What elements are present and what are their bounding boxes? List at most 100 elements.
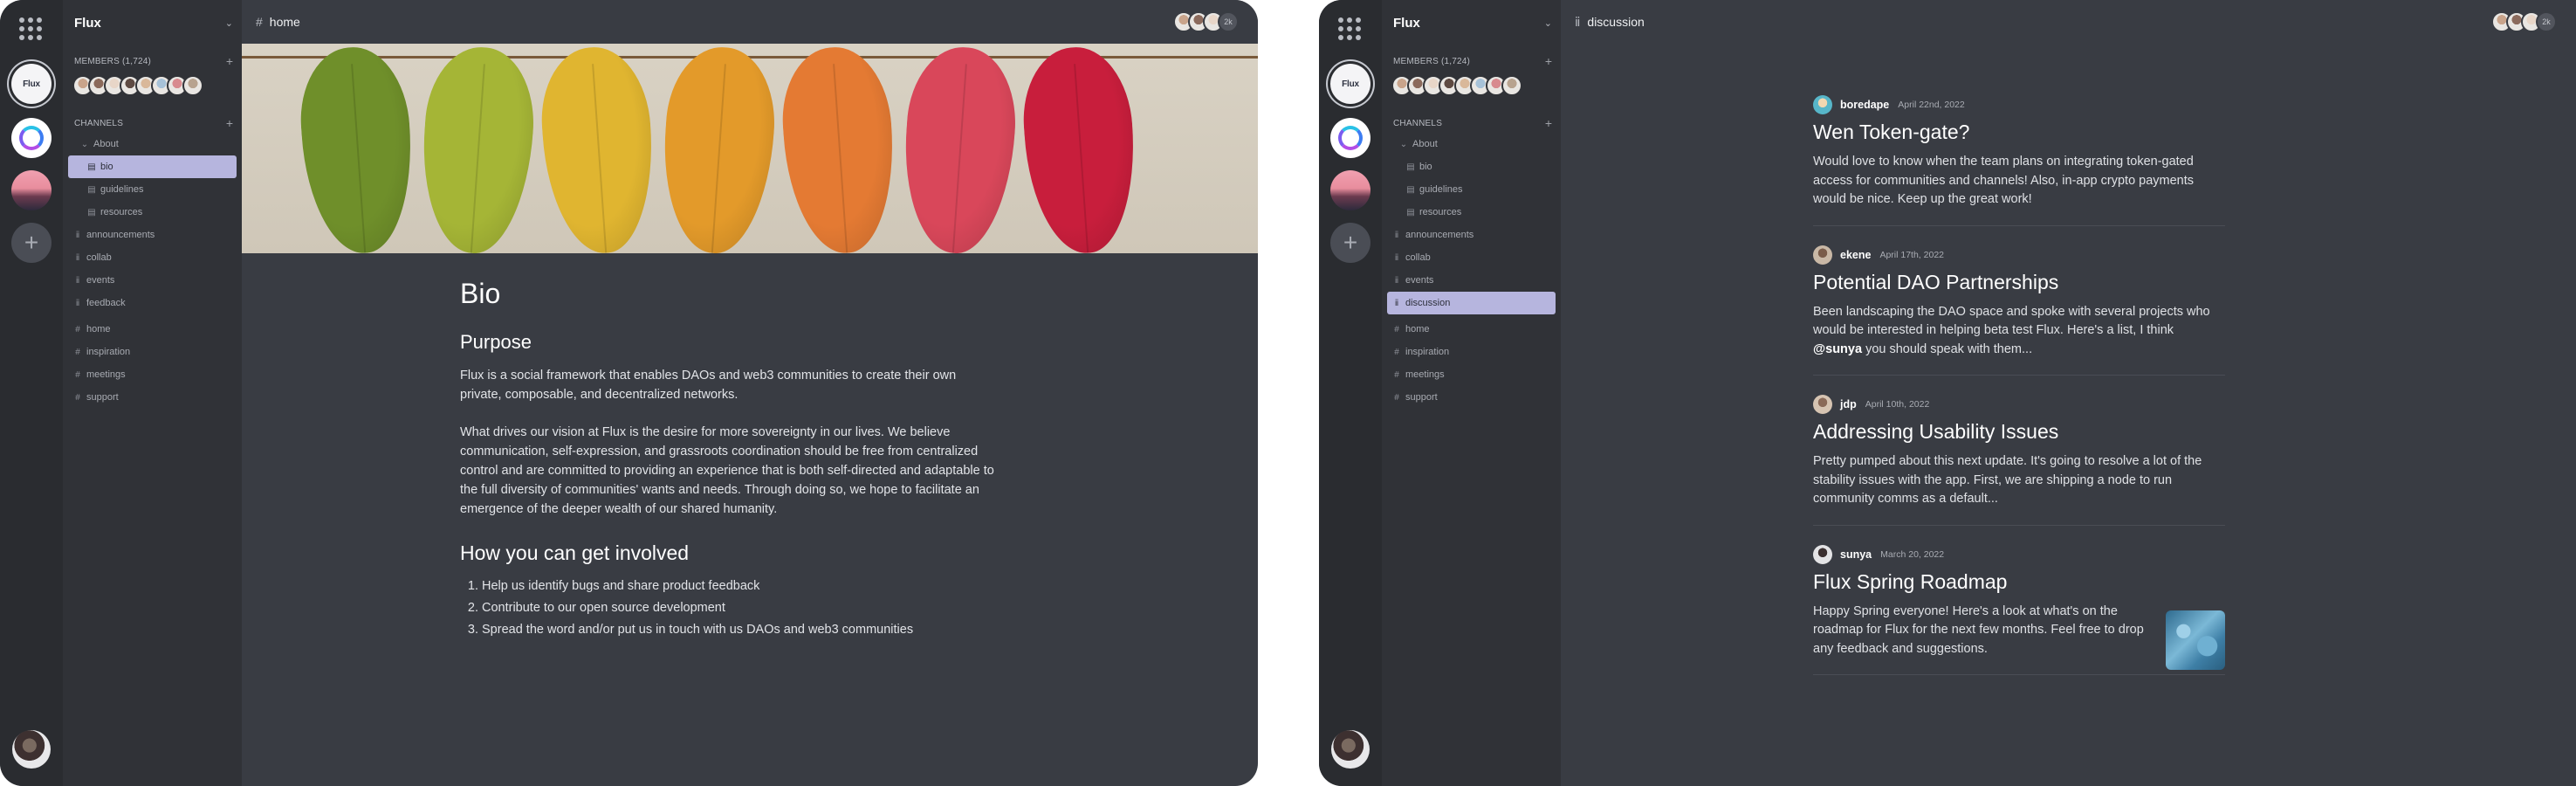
author-avatar[interactable] [1813,395,1832,414]
channels-label: CHANNELS [1393,118,1443,128]
app-grid-icon[interactable] [1338,17,1361,40]
author-name[interactable]: sunya [1840,548,1872,561]
feed-icon: ⅱ [75,275,80,286]
feed-icon: ⅱ [1394,298,1399,308]
add-channel-icon[interactable]: + [226,117,233,129]
community-header[interactable]: Flux ⌄ [1393,11,1552,34]
channel-item-events[interactable]: ⅱ events [68,269,237,292]
community-rail: Flux + [1319,0,1382,786]
channel-item-resources[interactable]: ▤ resources [1387,201,1556,224]
post-meta: boredape April 22nd, 2022 [1813,94,2225,115]
channel-item-support[interactable]: # support [1387,386,1556,409]
flux-community-icon[interactable]: Flux [11,64,52,104]
author-name[interactable]: boredape [1840,99,1889,111]
channel-item-guidelines[interactable]: ▤ guidelines [68,178,237,201]
sunset-community-icon[interactable] [1330,170,1370,210]
feed-icon: ⅱ [1394,230,1399,240]
ring-community-icon[interactable] [11,118,52,158]
channel-item-announcements[interactable]: ⅱ announcements [1387,224,1556,246]
post-card[interactable]: boredape April 22nd, 2022 Wen Token-gate… [1813,94,2225,226]
author-name[interactable]: jdp [1840,398,1857,410]
more-members-count[interactable]: 2k [2536,11,2557,32]
page-icon: ▤ [87,184,96,195]
author-avatar[interactable] [1813,95,1832,114]
more-members-count[interactable]: 2k [1218,11,1239,32]
post-meta: sunya March 20, 2022 [1813,544,2225,565]
ring-community-icon[interactable] [1330,118,1370,158]
add-member-icon[interactable]: + [1545,55,1552,67]
channel-item-collab[interactable]: ⅱ collab [68,246,237,269]
flux-community-icon[interactable]: Flux [1330,64,1370,104]
community-header[interactable]: Flux ⌄ [74,11,233,34]
discussion-screen: Flux + Flux ⌄ MEMBERS (1,724) + CHANNELS… [1319,0,2576,786]
post-title[interactable]: Wen Token-gate? [1813,121,2225,144]
channel-label: resources [1419,207,1462,217]
channel-item-bio[interactable]: ▤ bio [68,155,237,178]
channel-list: ⌄ About ▤ bio ▤ guidelines ▤ resources ⅱ announce… [1387,133,1556,409]
sunset-community-icon[interactable] [11,170,52,210]
author-avatar[interactable] [1813,245,1832,265]
channel-item-announcements[interactable]: ⅱ announcements [68,224,237,246]
post-thumbnail[interactable] [2166,610,2225,670]
add-community-icon[interactable]: + [1330,223,1370,263]
channel-label: bio [100,162,113,172]
channel-item-About[interactable]: ⌄ About [1387,133,1556,155]
members-section: MEMBERS (1,724) + [74,55,233,67]
leaf-shape [1018,44,1142,253]
list-item: Help us identify bugs and share product … [482,576,997,597]
channel-label: home [86,324,111,334]
post-excerpt: Been landscaping the DAO space and spoke… [1813,303,2225,360]
user-avatar[interactable] [1331,730,1370,769]
channel-label: announcements [86,230,155,240]
app-grid-icon[interactable] [19,17,42,40]
channel-item-support[interactable]: # support [68,386,237,409]
channel-item-inspiration[interactable]: # inspiration [68,341,237,363]
channel-label: feedback [86,298,126,308]
channel-item-meetings[interactable]: # meetings [68,363,237,386]
add-channel-icon[interactable]: + [1545,117,1552,129]
channel-label: events [86,275,115,286]
channel-item-discussion[interactable]: ⅱ discussion [1387,292,1556,314]
post-card[interactable]: jdp April 10th, 2022 Addressing Usabilit… [1813,394,2225,526]
post-title[interactable]: Flux Spring Roadmap [1813,570,2225,594]
paragraph: Flux is a social framework that enables … [460,369,957,402]
channel-item-About[interactable]: ⌄ About [68,133,237,155]
involvement-list: Help us identify bugs and share product … [460,576,997,641]
channel-item-guidelines[interactable]: ▤ guidelines [1387,178,1556,201]
channel-item-resources[interactable]: ▤ resources [68,201,237,224]
channel-label: inspiration [86,347,131,357]
member-avatar[interactable] [1501,75,1522,96]
add-community-icon[interactable]: + [11,223,52,263]
hash-icon: # [1394,369,1399,380]
channel-sidebar: Flux ⌄ MEMBERS (1,724) + CHANNELS + ⌄ Abo… [63,0,242,786]
header-member-avatars[interactable]: 2k [1173,11,1239,32]
channel-label: guidelines [100,184,144,195]
author-avatar[interactable] [1813,544,1832,564]
channel-item-inspiration[interactable]: # inspiration [1387,341,1556,363]
post-title[interactable]: Potential DAO Partnerships [1813,271,2225,294]
author-name[interactable]: ekene [1840,249,1871,261]
member-avatar[interactable] [182,75,203,96]
member-avatars[interactable] [72,75,203,96]
channel-item-collab[interactable]: ⅱ collab [1387,246,1556,269]
member-avatars[interactable] [1391,75,1522,96]
channel-label: events [1405,275,1434,286]
excerpt-text: you should speak with them... [1862,341,2033,356]
channel-item-events[interactable]: ⅱ events [1387,269,1556,292]
channel-item-home[interactable]: # home [68,318,237,341]
add-member-icon[interactable]: + [226,55,233,67]
channel-list: ⌄ About ▤ bio ▤ guidelines ▤ resources ⅱ announce… [68,133,237,409]
page-icon: ▤ [1406,184,1415,195]
post-card[interactable]: ekene April 17th, 2022 Potential DAO Par… [1813,245,2225,376]
channel-item-bio[interactable]: ▤ bio [1387,155,1556,178]
page-icon: ▤ [1406,162,1415,172]
post-card[interactable]: sunya March 20, 2022 Flux Spring Roadmap… [1813,544,2225,675]
header-member-avatars[interactable]: 2k [2491,11,2557,32]
user-avatar[interactable] [12,730,51,769]
involved-heading: How you can get involved [460,541,690,564]
post-title[interactable]: Addressing Usability Issues [1813,420,2225,444]
channel-item-meetings[interactable]: # meetings [1387,363,1556,386]
user-mention[interactable]: @sunya [1813,342,1862,356]
channel-item-home[interactable]: # home [1387,318,1556,341]
channel-item-feedback[interactable]: ⅱ feedback [68,292,237,314]
